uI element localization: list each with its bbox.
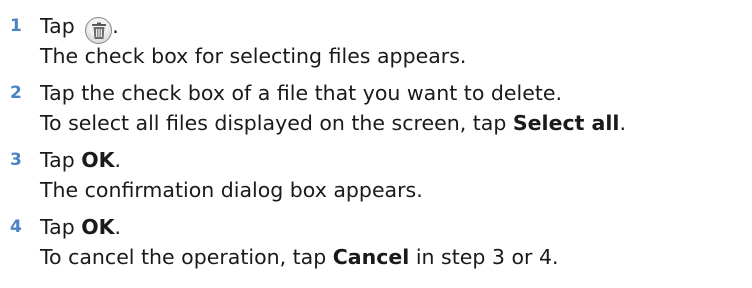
step-2-note-after: . <box>619 111 626 135</box>
step-3-instruction: Tap OK. <box>40 145 121 175</box>
step-1-text-after: . <box>112 14 119 38</box>
step-number: 1 <box>10 16 22 36</box>
step-3-text-before: Tap <box>40 148 82 172</box>
select-all-label: Select all <box>512 111 620 135</box>
ok-label: OK <box>81 215 115 239</box>
trash-icon <box>85 17 113 44</box>
step-4-instruction: Tap OK. <box>40 212 121 242</box>
step-3-text-after: . <box>114 148 122 172</box>
step-4-note-before: To cancel the operation, tap <box>40 245 333 269</box>
step-1-instruction: Tap . <box>40 11 119 44</box>
step-number: 3 <box>10 150 22 170</box>
step-number: 4 <box>10 217 22 237</box>
step-4-text-before: Tap <box>40 215 82 239</box>
step-4-note-after: in step 3 or 4. <box>409 245 559 269</box>
cancel-label: Cancel <box>332 245 410 269</box>
step-2-instruction: Tap the check box of a file that you wan… <box>40 81 562 105</box>
step-4-note: To cancel the operation, tap Cancel in s… <box>40 242 559 272</box>
step-1-result: The check box for selecting files appear… <box>40 44 467 68</box>
delete-files-instructions: 1 Tap . The check box for selecting file… <box>0 0 752 288</box>
step-3-result: The confirmation dialog box appears. <box>40 178 423 202</box>
ok-label: OK <box>81 148 115 172</box>
step-2-note-before: To select all files displayed on the scr… <box>40 111 513 135</box>
step-1-text-before: Tap <box>40 14 82 38</box>
step-4-text-after: . <box>114 215 122 239</box>
step-2-note: To select all files displayed on the scr… <box>40 108 626 138</box>
step-number: 2 <box>10 83 22 103</box>
